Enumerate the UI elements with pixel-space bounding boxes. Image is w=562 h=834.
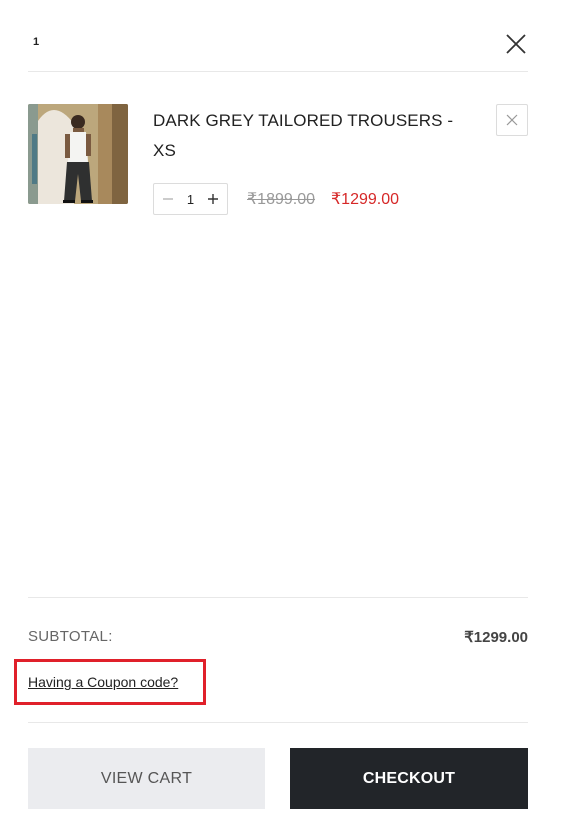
cart-line-item: DARK GREY TAILORED TROUSERS - XS 1 ₹1899…	[28, 104, 528, 215]
divider	[28, 597, 528, 598]
close-icon	[506, 114, 518, 126]
cart-item-count: 1	[33, 36, 40, 48]
coupon-code-link[interactable]: Having a Coupon code?	[28, 674, 178, 690]
original-price: ₹1899.00	[247, 191, 316, 208]
plus-icon[interactable]	[207, 193, 219, 205]
subtotal-label: SUBTOTAL:	[28, 628, 113, 645]
minus-icon[interactable]	[162, 193, 174, 205]
subtotal-value: ₹1299.00	[464, 629, 528, 646]
product-title[interactable]: DARK GREY TAILORED TROUSERS - XS	[153, 106, 473, 166]
checkout-button[interactable]: CHECKOUT	[290, 748, 528, 809]
quantity-value[interactable]: 1	[187, 192, 194, 207]
quantity-stepper: 1	[153, 183, 228, 215]
view-cart-button[interactable]: VIEW CART	[28, 748, 265, 809]
cart-header: 1	[28, 0, 528, 72]
product-thumbnail[interactable]	[28, 104, 128, 204]
remove-item-button[interactable]	[496, 104, 528, 136]
sale-price: ₹1299.00	[331, 191, 400, 208]
divider	[28, 722, 528, 723]
close-icon[interactable]	[504, 32, 528, 56]
